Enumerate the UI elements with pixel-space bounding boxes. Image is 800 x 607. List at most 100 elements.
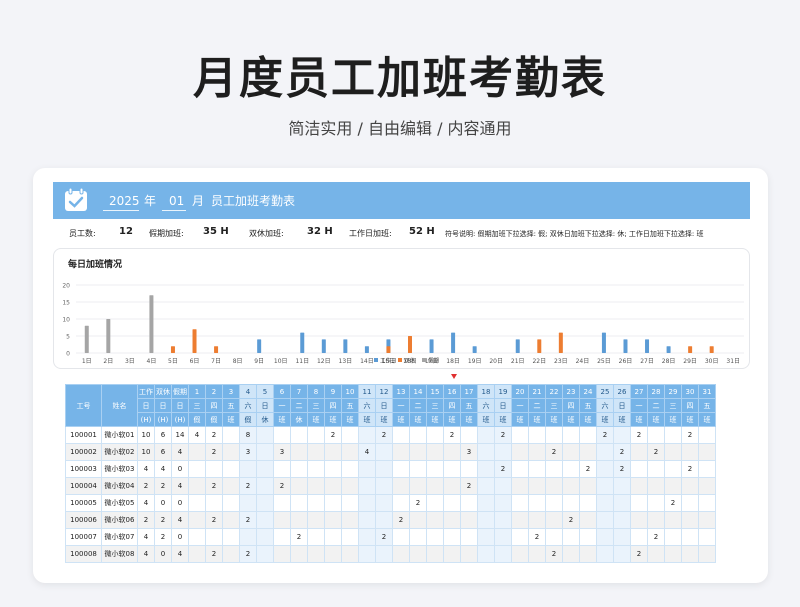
day-hours-cell[interactable] — [273, 511, 291, 529]
day-hours-cell[interactable] — [290, 443, 308, 461]
day-hours-cell[interactable] — [307, 545, 325, 563]
day-hours-cell[interactable] — [681, 477, 699, 495]
day-hours-cell[interactable] — [681, 443, 699, 461]
day-hours-cell[interactable] — [256, 494, 274, 512]
day-hours-cell[interactable] — [307, 443, 325, 461]
day-hours-cell[interactable]: 2 — [681, 426, 699, 444]
day-hours-cell[interactable]: 2 — [239, 511, 257, 529]
day-hours-cell[interactable]: 2 — [630, 426, 648, 444]
day-hours-cell[interactable] — [511, 460, 529, 478]
day-hours-cell[interactable] — [647, 477, 665, 495]
day-hours-cell[interactable] — [460, 494, 478, 512]
day-hours-cell[interactable] — [443, 443, 461, 461]
day-hours-cell[interactable] — [664, 426, 682, 444]
day-hours-cell[interactable] — [273, 545, 291, 563]
day-hours-cell[interactable] — [426, 511, 444, 529]
day-hours-cell[interactable] — [392, 426, 410, 444]
day-hours-cell[interactable] — [392, 545, 410, 563]
day-hours-cell[interactable] — [188, 477, 206, 495]
day-hours-cell[interactable]: 2 — [205, 477, 223, 495]
day-hours-cell[interactable] — [341, 494, 359, 512]
day-hours-cell[interactable]: 2 — [375, 528, 393, 546]
day-hours-cell[interactable] — [528, 426, 546, 444]
day-hours-cell[interactable] — [443, 511, 461, 529]
day-hours-cell[interactable]: 3 — [460, 443, 478, 461]
day-hours-cell[interactable] — [375, 511, 393, 529]
day-hours-cell[interactable] — [358, 511, 376, 529]
day-hours-cell[interactable] — [375, 494, 393, 512]
day-hours-cell[interactable] — [698, 545, 716, 563]
day-hours-cell[interactable] — [698, 477, 716, 495]
day-hours-cell[interactable] — [273, 528, 291, 546]
day-hours-cell[interactable] — [494, 545, 512, 563]
day-hours-cell[interactable] — [698, 511, 716, 529]
day-hours-cell[interactable] — [358, 477, 376, 495]
day-hours-cell[interactable] — [443, 528, 461, 546]
day-hours-cell[interactable] — [698, 528, 716, 546]
day-hours-cell[interactable] — [681, 528, 699, 546]
day-hours-cell[interactable] — [375, 443, 393, 461]
day-hours-cell[interactable] — [392, 477, 410, 495]
day-hours-cell[interactable] — [647, 511, 665, 529]
day-hours-cell[interactable] — [477, 443, 495, 461]
day-hours-cell[interactable] — [426, 443, 444, 461]
day-hours-cell[interactable] — [222, 494, 240, 512]
day-hours-cell[interactable] — [477, 460, 495, 478]
day-hours-cell[interactable] — [579, 426, 597, 444]
day-hours-cell[interactable] — [222, 443, 240, 461]
day-hours-cell[interactable] — [613, 511, 631, 529]
day-hours-cell[interactable] — [545, 494, 563, 512]
day-hours-cell[interactable] — [596, 511, 614, 529]
day-hours-cell[interactable] — [307, 494, 325, 512]
day-hours-cell[interactable] — [239, 528, 257, 546]
day-hours-cell[interactable] — [324, 528, 342, 546]
day-hours-cell[interactable] — [664, 443, 682, 461]
day-hours-cell[interactable] — [341, 545, 359, 563]
day-hours-cell[interactable] — [494, 494, 512, 512]
day-hours-cell[interactable] — [205, 494, 223, 512]
day-hours-cell[interactable] — [290, 545, 308, 563]
day-hours-cell[interactable]: 2 — [205, 545, 223, 563]
day-hours-cell[interactable] — [358, 460, 376, 478]
day-hours-cell[interactable] — [256, 545, 274, 563]
day-hours-cell[interactable]: 2 — [239, 477, 257, 495]
day-hours-cell[interactable] — [222, 528, 240, 546]
day-hours-cell[interactable] — [579, 477, 597, 495]
day-hours-cell[interactable] — [290, 426, 308, 444]
day-hours-cell[interactable] — [528, 494, 546, 512]
day-hours-cell[interactable] — [341, 528, 359, 546]
day-hours-cell[interactable] — [273, 460, 291, 478]
day-hours-cell[interactable] — [460, 426, 478, 444]
day-hours-cell[interactable] — [528, 477, 546, 495]
day-hours-cell[interactable] — [596, 528, 614, 546]
day-hours-cell[interactable] — [358, 528, 376, 546]
day-hours-cell[interactable] — [494, 511, 512, 529]
day-hours-cell[interactable]: 2 — [613, 460, 631, 478]
day-hours-cell[interactable] — [222, 545, 240, 563]
day-hours-cell[interactable] — [562, 443, 580, 461]
day-hours-cell[interactable]: 2 — [205, 511, 223, 529]
day-hours-cell[interactable]: 2 — [290, 528, 308, 546]
day-hours-cell[interactable] — [528, 443, 546, 461]
day-hours-cell[interactable] — [341, 460, 359, 478]
day-hours-cell[interactable]: 2 — [494, 426, 512, 444]
day-hours-cell[interactable] — [307, 511, 325, 529]
day-hours-cell[interactable] — [579, 528, 597, 546]
day-hours-cell[interactable] — [375, 477, 393, 495]
day-hours-cell[interactable] — [256, 443, 274, 461]
day-hours-cell[interactable]: 2 — [273, 477, 291, 495]
day-hours-cell[interactable] — [596, 545, 614, 563]
day-hours-cell[interactable] — [630, 528, 648, 546]
day-hours-cell[interactable] — [494, 443, 512, 461]
day-hours-cell[interactable] — [409, 426, 427, 444]
day-hours-cell[interactable] — [188, 528, 206, 546]
day-hours-cell[interactable] — [596, 443, 614, 461]
day-hours-cell[interactable] — [443, 477, 461, 495]
day-hours-cell[interactable] — [273, 494, 291, 512]
day-hours-cell[interactable] — [222, 460, 240, 478]
day-hours-cell[interactable] — [460, 460, 478, 478]
day-hours-cell[interactable] — [562, 426, 580, 444]
day-hours-cell[interactable] — [426, 545, 444, 563]
day-hours-cell[interactable] — [511, 477, 529, 495]
day-hours-cell[interactable] — [409, 477, 427, 495]
